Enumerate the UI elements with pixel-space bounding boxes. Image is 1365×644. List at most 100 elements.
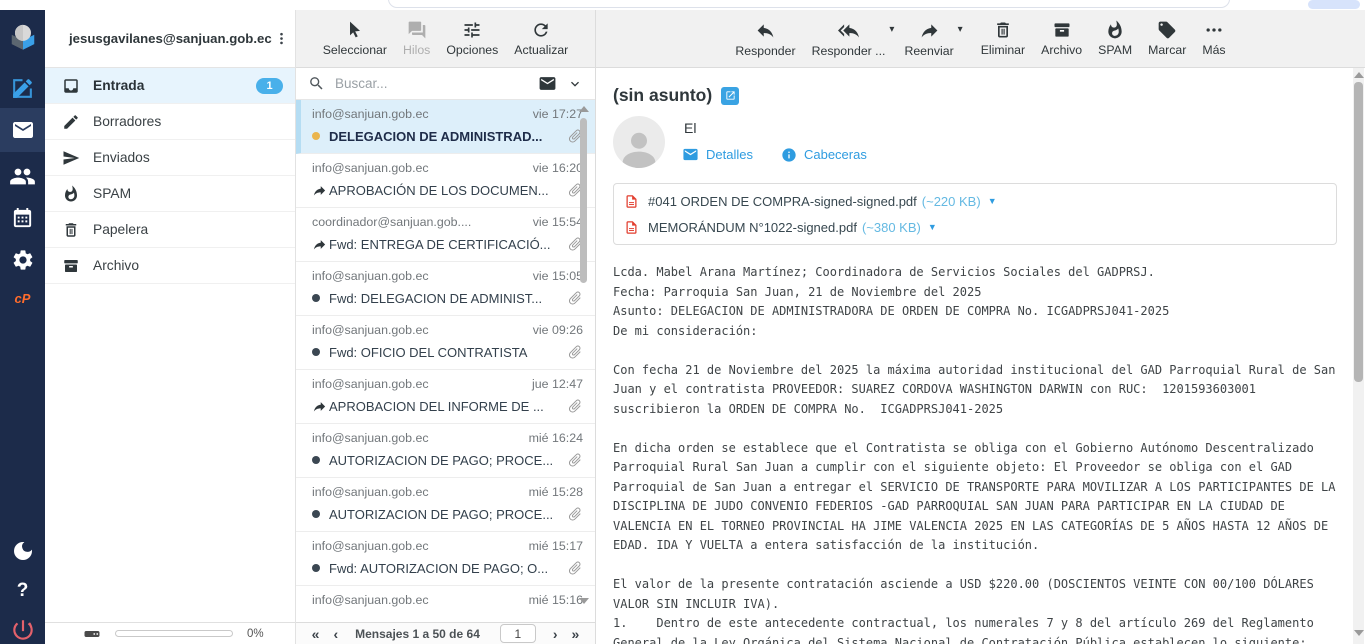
- sender-avatar: [613, 116, 665, 168]
- paperclip-icon: [567, 452, 583, 468]
- reply-all-button[interactable]: Responder ...: [812, 20, 886, 58]
- dark-mode-button[interactable]: [0, 533, 45, 569]
- mail-nav-button[interactable]: [0, 108, 45, 152]
- unread-dot-icon[interactable]: [312, 294, 329, 302]
- reply-all-icon: [838, 20, 859, 41]
- unread-dot-icon[interactable]: [312, 348, 329, 356]
- archive-icon: [62, 257, 80, 275]
- message-subject: AUTORIZACION DE PAGO; PROCE...: [329, 507, 561, 522]
- prev-page-button[interactable]: ‹: [333, 627, 338, 641]
- message-row[interactable]: info@sanjuan.gob.ecmié 16:24 AUTORIZACIO…: [296, 424, 595, 478]
- pdf-file-icon: [624, 194, 639, 209]
- list-scroll-up-arrow[interactable]: [579, 106, 589, 112]
- more-button[interactable]: Más: [1202, 20, 1225, 57]
- refresh-button[interactable]: Actualizar: [514, 20, 568, 57]
- message-row[interactable]: info@sanjuan.gob.ecmié 15:28 AUTORIZACIO…: [296, 478, 595, 532]
- attachment-menu-caret[interactable]: ▼: [988, 196, 997, 206]
- mail-scrollbar-thumb[interactable]: [1354, 82, 1363, 382]
- message-date: vie 15:05: [533, 269, 583, 283]
- account-email: jesusgavilanes@sanjuan.gob.ec: [69, 31, 272, 46]
- account-menu-button[interactable]: [272, 31, 291, 46]
- delete-button[interactable]: Eliminar: [981, 20, 1025, 57]
- page-number-input[interactable]: 1: [500, 624, 536, 643]
- reply-button[interactable]: Responder: [735, 20, 795, 58]
- cpanel-icon[interactable]: cP: [0, 285, 45, 311]
- message-sender: info@sanjuan.gob.ec: [312, 107, 525, 121]
- settings-nav-button[interactable]: [0, 242, 45, 278]
- message-row[interactable]: info@sanjuan.gob.ecmié 15:17 Fwd: AUTORI…: [296, 532, 595, 586]
- search-input[interactable]: [335, 76, 538, 91]
- forward-dropdown-caret[interactable]: ▾: [958, 24, 963, 35]
- contacts-nav-button[interactable]: [0, 158, 45, 194]
- message-row[interactable]: coordinador@sanjuan.gob....vie 15:54 Fwd…: [296, 208, 595, 262]
- archive-button[interactable]: Archivo: [1041, 20, 1082, 57]
- threads-icon: [407, 20, 427, 40]
- message-row[interactable]: info@sanjuan.gob.ecvie 15:05 Fwd: DELEGA…: [296, 262, 595, 316]
- unread-flag-icon[interactable]: [312, 132, 329, 140]
- open-in-new-window-button[interactable]: [721, 87, 739, 105]
- unread-dot-icon[interactable]: [312, 564, 329, 572]
- spam-button[interactable]: SPAM: [1098, 20, 1132, 57]
- paperclip-icon: [567, 344, 583, 360]
- folder-item-spam[interactable]: SPAM: [45, 176, 295, 212]
- options-button[interactable]: Opciones: [446, 20, 498, 57]
- logout-button[interactable]: [0, 613, 45, 644]
- header-links: Detalles Cabeceras: [682, 146, 895, 163]
- message-body: Lcda. Mabel Arana Martínez; Coordinadora…: [613, 263, 1348, 644]
- webmail-app: cP ? jesusgavilanes@sanjuan.gob.ec Entra…: [0, 0, 1365, 644]
- folder-item-trash[interactable]: Papelera: [45, 212, 295, 248]
- mail-scroll-down-arrow[interactable]: [1354, 630, 1364, 636]
- send-icon: [62, 149, 80, 167]
- folder-label: Papelera: [93, 222, 295, 237]
- mail-scroll-up-arrow[interactable]: [1354, 72, 1364, 78]
- browser-chrome-strip: [0, 0, 1365, 10]
- mark-label: Marcar: [1148, 43, 1186, 57]
- last-page-button[interactable]: »: [572, 627, 580, 641]
- unread-count-badge: 1: [256, 78, 283, 94]
- unread-dot-icon[interactable]: [312, 510, 329, 518]
- attachment-name: MEMORÁNDUM N°1022-signed.pdf: [648, 220, 857, 235]
- message-row[interactable]: info@sanjuan.gob.ecjue 12:47 APROBACION …: [296, 370, 595, 424]
- refresh-label: Actualizar: [514, 43, 568, 57]
- threads-button[interactable]: Hilos: [403, 20, 430, 57]
- search-scope-mail-icon[interactable]: [538, 74, 557, 93]
- forward-button[interactable]: Reenviar: [904, 20, 953, 58]
- attachment-name: #041 ORDEN DE COMPRA-signed-signed.pdf: [648, 194, 917, 209]
- message-row[interactable]: info@sanjuan.gob.ecvie 09:26 Fwd: OFICIO…: [296, 316, 595, 370]
- headers-link[interactable]: Cabeceras: [781, 147, 867, 163]
- reply-all-dropdown-caret[interactable]: ▾: [889, 24, 894, 35]
- next-page-button[interactable]: ›: [553, 627, 558, 641]
- archive-label: Archivo: [1041, 43, 1082, 57]
- folder-item-drafts[interactable]: Borradores: [45, 104, 295, 140]
- attachment-item[interactable]: #041 ORDEN DE COMPRA-signed-signed.pdf (…: [614, 188, 1336, 214]
- message-row[interactable]: info@sanjuan.gob.ecvie 16:20 APROBACIÓN …: [296, 154, 595, 208]
- calendar-nav-button[interactable]: [0, 200, 45, 236]
- compose-button[interactable]: [0, 70, 45, 106]
- account-header: jesusgavilanes@sanjuan.gob.ec: [45, 10, 295, 68]
- folder-item-inbox[interactable]: Entrada 1: [45, 68, 295, 104]
- details-link[interactable]: Detalles: [682, 146, 753, 163]
- search-options-chevron-icon[interactable]: [567, 76, 583, 92]
- message-row[interactable]: info@sanjuan.gob.ecmié 15:16: [296, 586, 595, 622]
- folder-item-sent[interactable]: Enviados: [45, 140, 295, 176]
- delete-label: Eliminar: [981, 43, 1025, 57]
- select-button[interactable]: Seleccionar: [323, 20, 387, 57]
- attachment-item[interactable]: MEMORÁNDUM N°1022-signed.pdf (~380 KB) ▼: [614, 214, 1336, 240]
- message-row[interactable]: info@sanjuan.gob.ecvie 17:27 DELEGACION …: [296, 100, 595, 154]
- paperclip-icon: [567, 290, 583, 306]
- attachment-menu-caret[interactable]: ▼: [928, 222, 937, 232]
- unread-dot-icon[interactable]: [312, 456, 329, 464]
- mark-button[interactable]: Marcar: [1148, 20, 1186, 57]
- more-label: Más: [1202, 43, 1225, 57]
- forwarded-icon: [312, 237, 329, 252]
- folder-item-archive[interactable]: Archivo: [45, 248, 295, 284]
- message-list-panel: Seleccionar Hilos Opciones Actualizar: [296, 10, 596, 644]
- first-page-button[interactable]: «: [312, 627, 320, 641]
- list-toolbar: Seleccionar Hilos Opciones Actualizar: [296, 10, 595, 68]
- message-subject: AUTORIZACION DE PAGO; PROCE...: [329, 453, 561, 468]
- help-button[interactable]: ?: [0, 576, 45, 606]
- list-scrollbar-thumb[interactable]: [580, 118, 587, 283]
- list-scroll-down-arrow[interactable]: [579, 598, 589, 604]
- folder-label: Archivo: [93, 258, 295, 273]
- tag-icon: [1157, 20, 1177, 40]
